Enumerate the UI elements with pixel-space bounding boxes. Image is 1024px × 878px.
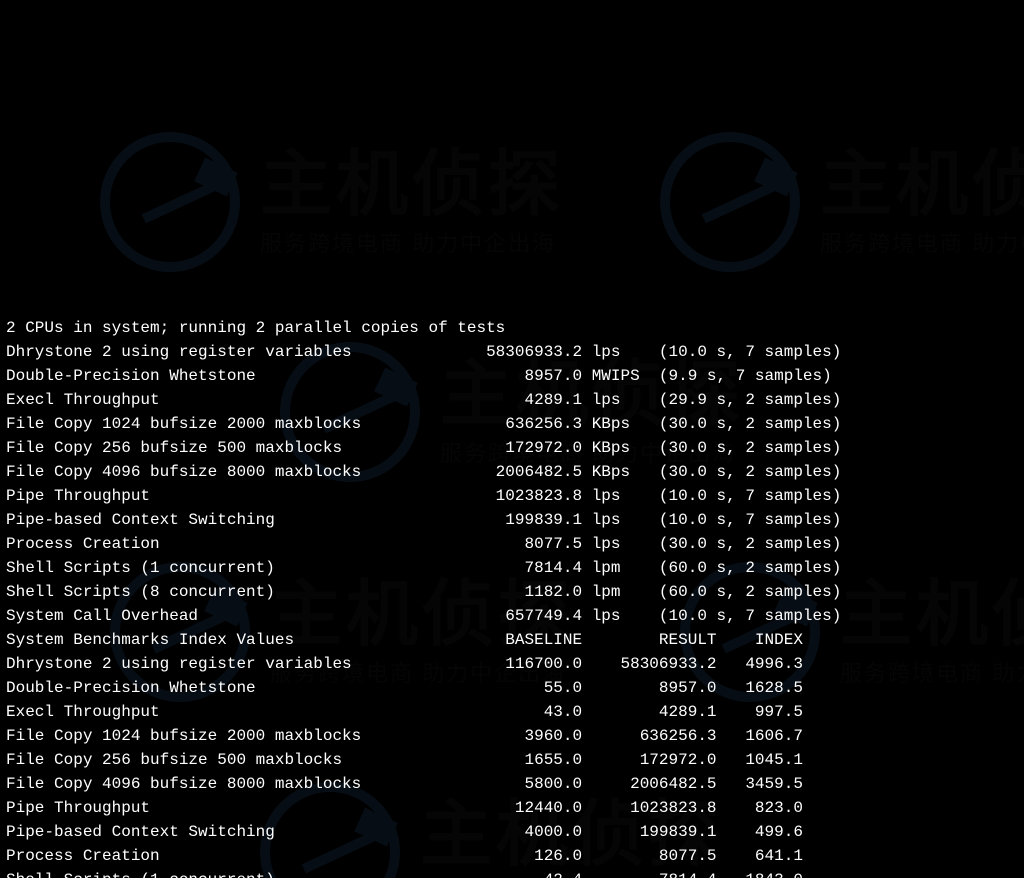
benchmark-run-line: Pipe Throughput 1023823.8 lps (10.0 s, 7… [6, 484, 1018, 508]
benchmark-run-line: File Copy 4096 bufsize 8000 maxblocks 20… [6, 460, 1018, 484]
index-row-line: File Copy 4096 bufsize 8000 maxblocks 58… [6, 772, 1018, 796]
benchmark-run-line: Dhrystone 2 using register variables 583… [6, 340, 1018, 364]
benchmark-run-line: System Call Overhead 657749.4 lps (10.0 … [6, 604, 1018, 628]
benchmark-run-line: Execl Throughput 4289.1 lps (29.9 s, 2 s… [6, 388, 1018, 412]
benchmark-run-line: Double-Precision Whetstone 8957.0 MWIPS … [6, 364, 1018, 388]
watermark-logo-icon [100, 132, 240, 272]
index-row-line: Execl Throughput 43.0 4289.1 997.5 [6, 700, 1018, 724]
watermark-logo: 主机侦探 服务跨境电商 助力中企出海 [660, 84, 1024, 296]
index-row-line: File Copy 256 bufsize 500 maxblocks 1655… [6, 748, 1018, 772]
watermark-logo: 主机侦探 服务跨境电商 助力中企出海 [100, 84, 564, 296]
index-row-line: Shell Scripts (1 concurrent) 42.4 7814.4… [6, 868, 1018, 878]
watermark-big-text: 主机侦探 [260, 149, 564, 221]
index-row-line: Pipe Throughput 12440.0 1023823.8 823.0 [6, 796, 1018, 820]
benchmark-run-line: Shell Scripts (1 concurrent) 7814.4 lpm … [6, 556, 1018, 580]
header-line: 2 CPUs in system; running 2 parallel cop… [6, 316, 1018, 340]
watermark-big-text: 主机侦探 [820, 149, 1024, 221]
watermark-logo-icon [660, 132, 800, 272]
index-row-line: Double-Precision Whetstone 55.0 8957.0 1… [6, 676, 1018, 700]
watermark-small-text: 服务跨境电商 助力中企出海 [820, 233, 1024, 255]
benchmark-run-line: File Copy 1024 bufsize 2000 maxblocks 63… [6, 412, 1018, 436]
index-row-line: File Copy 1024 bufsize 2000 maxblocks 39… [6, 724, 1018, 748]
watermark-small-text: 服务跨境电商 助力中企出海 [260, 233, 564, 255]
benchmark-run-line: Pipe-based Context Switching 199839.1 lp… [6, 508, 1018, 532]
benchmark-run-line: Shell Scripts (8 concurrent) 1182.0 lpm … [6, 580, 1018, 604]
index-header-line: System Benchmarks Index Values BASELINE … [6, 628, 1018, 652]
benchmark-run-line: File Copy 256 bufsize 500 maxblocks 1729… [6, 436, 1018, 460]
benchmark-run-line: Process Creation 8077.5 lps (30.0 s, 2 s… [6, 532, 1018, 556]
index-row-line: Pipe-based Context Switching 4000.0 1998… [6, 820, 1018, 844]
index-row-line: Process Creation 126.0 8077.5 641.1 [6, 844, 1018, 868]
terminal-output: 2 CPUs in system; running 2 parallel cop… [0, 312, 1024, 878]
index-row-line: Dhrystone 2 using register variables 116… [6, 652, 1018, 676]
